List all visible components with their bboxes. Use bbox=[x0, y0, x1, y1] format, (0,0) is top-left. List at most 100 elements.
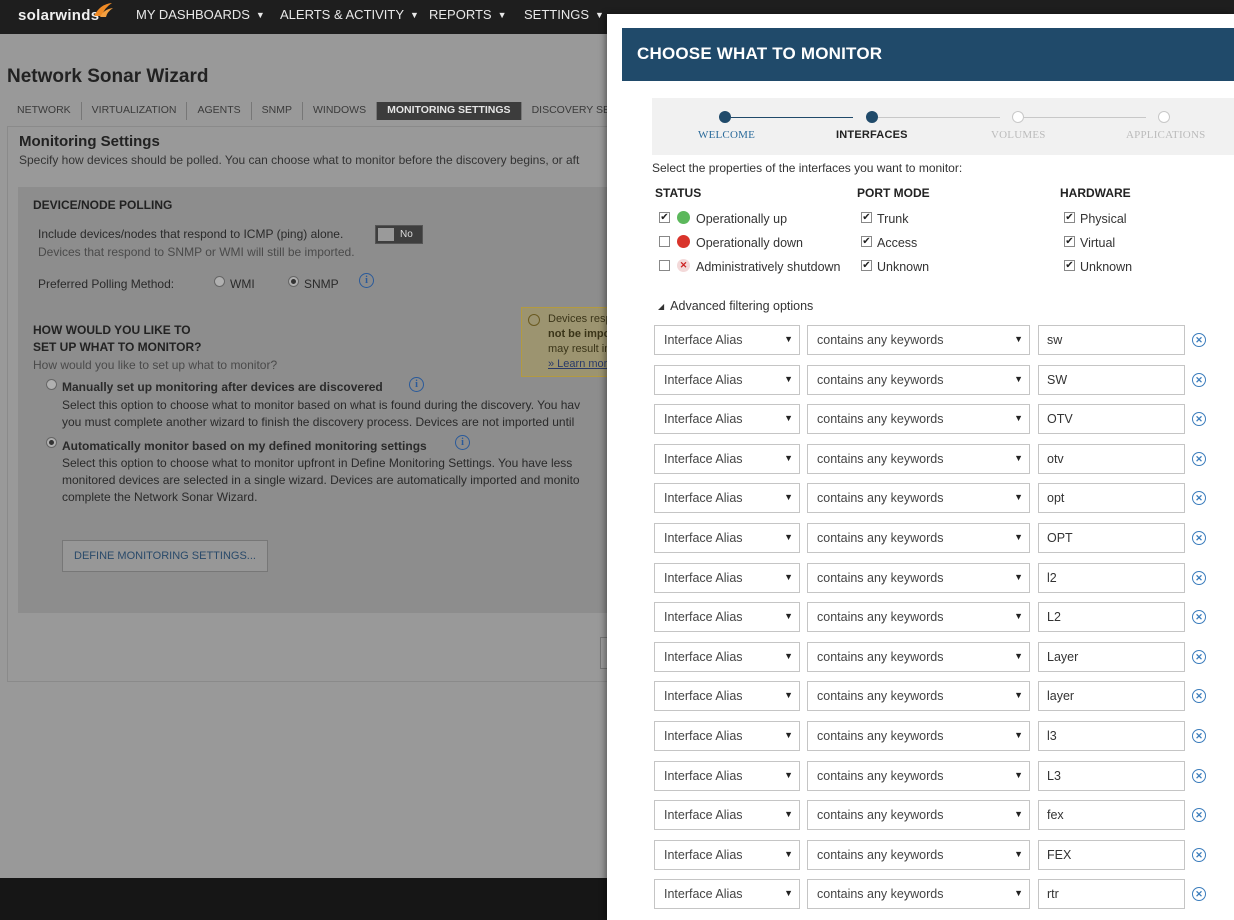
filter-operator-select[interactable]: contains any keywords ▼ bbox=[807, 721, 1030, 751]
advanced-filtering-label: Advanced filtering options bbox=[670, 299, 814, 313]
auto-setup-radio[interactable] bbox=[46, 437, 57, 448]
remove-filter-icon[interactable]: ✕ bbox=[1192, 729, 1206, 743]
step-interfaces[interactable]: INTERFACES bbox=[836, 129, 908, 141]
status-up-checkbox[interactable]: ✔ bbox=[659, 212, 670, 223]
filter-keyword-input[interactable]: SW bbox=[1038, 365, 1185, 395]
manual-setup-radio[interactable] bbox=[46, 379, 57, 390]
filter-operator-select[interactable]: contains any keywords ▼ bbox=[807, 325, 1030, 355]
crumb-virtualization[interactable]: VIRTUALIZATION bbox=[82, 102, 188, 120]
learn-more-link[interactable]: » Learn more bbox=[548, 358, 613, 370]
filter-keyword-input[interactable]: Layer bbox=[1038, 642, 1185, 672]
remove-filter-icon[interactable]: ✕ bbox=[1192, 848, 1206, 862]
wmi-radio[interactable] bbox=[214, 276, 225, 287]
filter-operator-select[interactable]: contains any keywords ▼ bbox=[807, 483, 1030, 513]
filter-operator-select[interactable]: contains any keywords ▼ bbox=[807, 642, 1030, 672]
filter-keyword-input[interactable]: OTV bbox=[1038, 404, 1185, 434]
icmp-toggle[interactable]: No bbox=[375, 225, 423, 244]
wizard-breadcrumb: NETWORK VIRTUALIZATION AGENTS SNMP WINDO… bbox=[7, 102, 637, 120]
filter-operator-select[interactable]: contains any keywords ▼ bbox=[807, 681, 1030, 711]
hw-virtual-checkbox[interactable]: ✔ bbox=[1064, 236, 1075, 247]
filter-row: Interface Alias ▼ contains any keywords ▼ sw… bbox=[654, 325, 1214, 355]
filter-operator-select[interactable]: contains any keywords ▼ bbox=[807, 563, 1030, 593]
snmp-radio[interactable] bbox=[288, 276, 299, 287]
hw-physical-checkbox[interactable]: ✔ bbox=[1064, 212, 1075, 223]
crumb-windows[interactable]: WINDOWS bbox=[303, 102, 378, 120]
solarwinds-logo[interactable]: solarwinds bbox=[18, 7, 99, 24]
info-icon[interactable]: i bbox=[359, 273, 374, 288]
filter-keyword-input[interactable]: sw bbox=[1038, 325, 1185, 355]
step-welcome[interactable]: WELCOME bbox=[698, 129, 755, 141]
remove-filter-icon[interactable]: ✕ bbox=[1192, 373, 1206, 387]
filter-field-select[interactable]: Interface Alias ▼ bbox=[654, 325, 800, 355]
filter-field-select[interactable]: Interface Alias ▼ bbox=[654, 681, 800, 711]
crumb-agents[interactable]: AGENTS bbox=[187, 102, 252, 120]
filter-field-select[interactable]: Interface Alias ▼ bbox=[654, 365, 800, 395]
step-dot-welcome[interactable] bbox=[719, 111, 731, 123]
filter-field-select[interactable]: Interface Alias ▼ bbox=[654, 840, 800, 870]
remove-filter-icon[interactable]: ✕ bbox=[1192, 571, 1206, 585]
filter-field-select[interactable]: Interface Alias ▼ bbox=[654, 444, 800, 474]
filter-operator-select[interactable]: contains any keywords ▼ bbox=[807, 444, 1030, 474]
remove-filter-icon[interactable]: ✕ bbox=[1192, 531, 1206, 545]
remove-filter-icon[interactable]: ✕ bbox=[1192, 333, 1206, 347]
filter-operator-select[interactable]: contains any keywords ▼ bbox=[807, 800, 1030, 830]
filter-field-select[interactable]: Interface Alias ▼ bbox=[654, 800, 800, 830]
filter-operator-select[interactable]: contains any keywords ▼ bbox=[807, 879, 1030, 909]
filter-field-select[interactable]: Interface Alias ▼ bbox=[654, 761, 800, 791]
define-monitoring-settings-button[interactable]: DEFINE MONITORING SETTINGS... bbox=[62, 540, 268, 572]
status-shutdown-checkbox[interactable] bbox=[659, 260, 670, 271]
remove-filter-icon[interactable]: ✕ bbox=[1192, 650, 1206, 664]
filter-operator-select[interactable]: contains any keywords ▼ bbox=[807, 523, 1030, 553]
filter-operator-select[interactable]: contains any keywords ▼ bbox=[807, 761, 1030, 791]
remove-filter-icon[interactable]: ✕ bbox=[1192, 769, 1206, 783]
hw-unknown-checkbox[interactable]: ✔ bbox=[1064, 260, 1075, 271]
filter-operator-select[interactable]: contains any keywords ▼ bbox=[807, 365, 1030, 395]
remove-filter-icon[interactable]: ✕ bbox=[1192, 491, 1206, 505]
nav-my-dashboards[interactable]: MY DASHBOARDS ▼ bbox=[136, 7, 265, 22]
filter-field-select[interactable]: Interface Alias ▼ bbox=[654, 523, 800, 553]
filter-keyword-input[interactable]: OPT bbox=[1038, 523, 1185, 553]
remove-filter-icon[interactable]: ✕ bbox=[1192, 689, 1206, 703]
filter-operator-select[interactable]: contains any keywords ▼ bbox=[807, 404, 1030, 434]
filter-operator-select[interactable]: contains any keywords ▼ bbox=[807, 840, 1030, 870]
filter-field-select[interactable]: Interface Alias ▼ bbox=[654, 879, 800, 909]
filter-field-select[interactable]: Interface Alias ▼ bbox=[654, 404, 800, 434]
remove-filter-icon[interactable]: ✕ bbox=[1192, 452, 1206, 466]
step-dot-interfaces[interactable] bbox=[866, 111, 878, 123]
filter-keyword-input[interactable]: l2 bbox=[1038, 563, 1185, 593]
status-down-checkbox[interactable] bbox=[659, 236, 670, 247]
dropdown-arrow-icon: ▼ bbox=[1014, 809, 1023, 819]
nav-reports[interactable]: REPORTS ▼ bbox=[429, 7, 507, 22]
nav-settings[interactable]: SETTINGS ▼ bbox=[524, 7, 604, 22]
filter-keyword-input[interactable]: L3 bbox=[1038, 761, 1185, 791]
filter-field-select[interactable]: Interface Alias ▼ bbox=[654, 483, 800, 513]
filter-keyword-input[interactable]: layer bbox=[1038, 681, 1185, 711]
filter-operator-select[interactable]: contains any keywords ▼ bbox=[807, 602, 1030, 632]
filter-keyword-input[interactable]: fex bbox=[1038, 800, 1185, 830]
filter-field-select[interactable]: Interface Alias ▼ bbox=[654, 602, 800, 632]
remove-filter-icon[interactable]: ✕ bbox=[1192, 610, 1206, 624]
toggle-knob bbox=[378, 228, 394, 241]
filter-keyword-input[interactable]: opt bbox=[1038, 483, 1185, 513]
filter-field-select[interactable]: Interface Alias ▼ bbox=[654, 721, 800, 751]
remove-filter-icon[interactable]: ✕ bbox=[1192, 808, 1206, 822]
nav-alerts-activity[interactable]: ALERTS & ACTIVITY ▼ bbox=[280, 7, 419, 22]
remove-filter-icon[interactable]: ✕ bbox=[1192, 412, 1206, 426]
remove-filter-icon[interactable]: ✕ bbox=[1192, 887, 1206, 901]
crumb-monitoring-settings[interactable]: MONITORING SETTINGS bbox=[377, 102, 522, 120]
filter-keyword-input[interactable]: otv bbox=[1038, 444, 1185, 474]
port-unknown-checkbox[interactable]: ✔ bbox=[861, 260, 872, 271]
crumb-snmp[interactable]: SNMP bbox=[252, 102, 303, 120]
filter-keyword-input[interactable]: rtr bbox=[1038, 879, 1185, 909]
port-access-checkbox[interactable]: ✔ bbox=[861, 236, 872, 247]
crumb-network[interactable]: NETWORK bbox=[7, 102, 82, 120]
filter-keyword-input[interactable]: FEX bbox=[1038, 840, 1185, 870]
filter-field-select[interactable]: Interface Alias ▼ bbox=[654, 563, 800, 593]
filter-keyword-input[interactable]: l3 bbox=[1038, 721, 1185, 751]
info-icon[interactable]: i bbox=[409, 377, 424, 392]
info-icon[interactable]: i bbox=[455, 435, 470, 450]
port-trunk-checkbox[interactable]: ✔ bbox=[861, 212, 872, 223]
filter-field-select[interactable]: Interface Alias ▼ bbox=[654, 642, 800, 672]
advanced-filtering-toggle[interactable]: ◢ Advanced filtering options bbox=[658, 299, 813, 313]
filter-keyword-input[interactable]: L2 bbox=[1038, 602, 1185, 632]
